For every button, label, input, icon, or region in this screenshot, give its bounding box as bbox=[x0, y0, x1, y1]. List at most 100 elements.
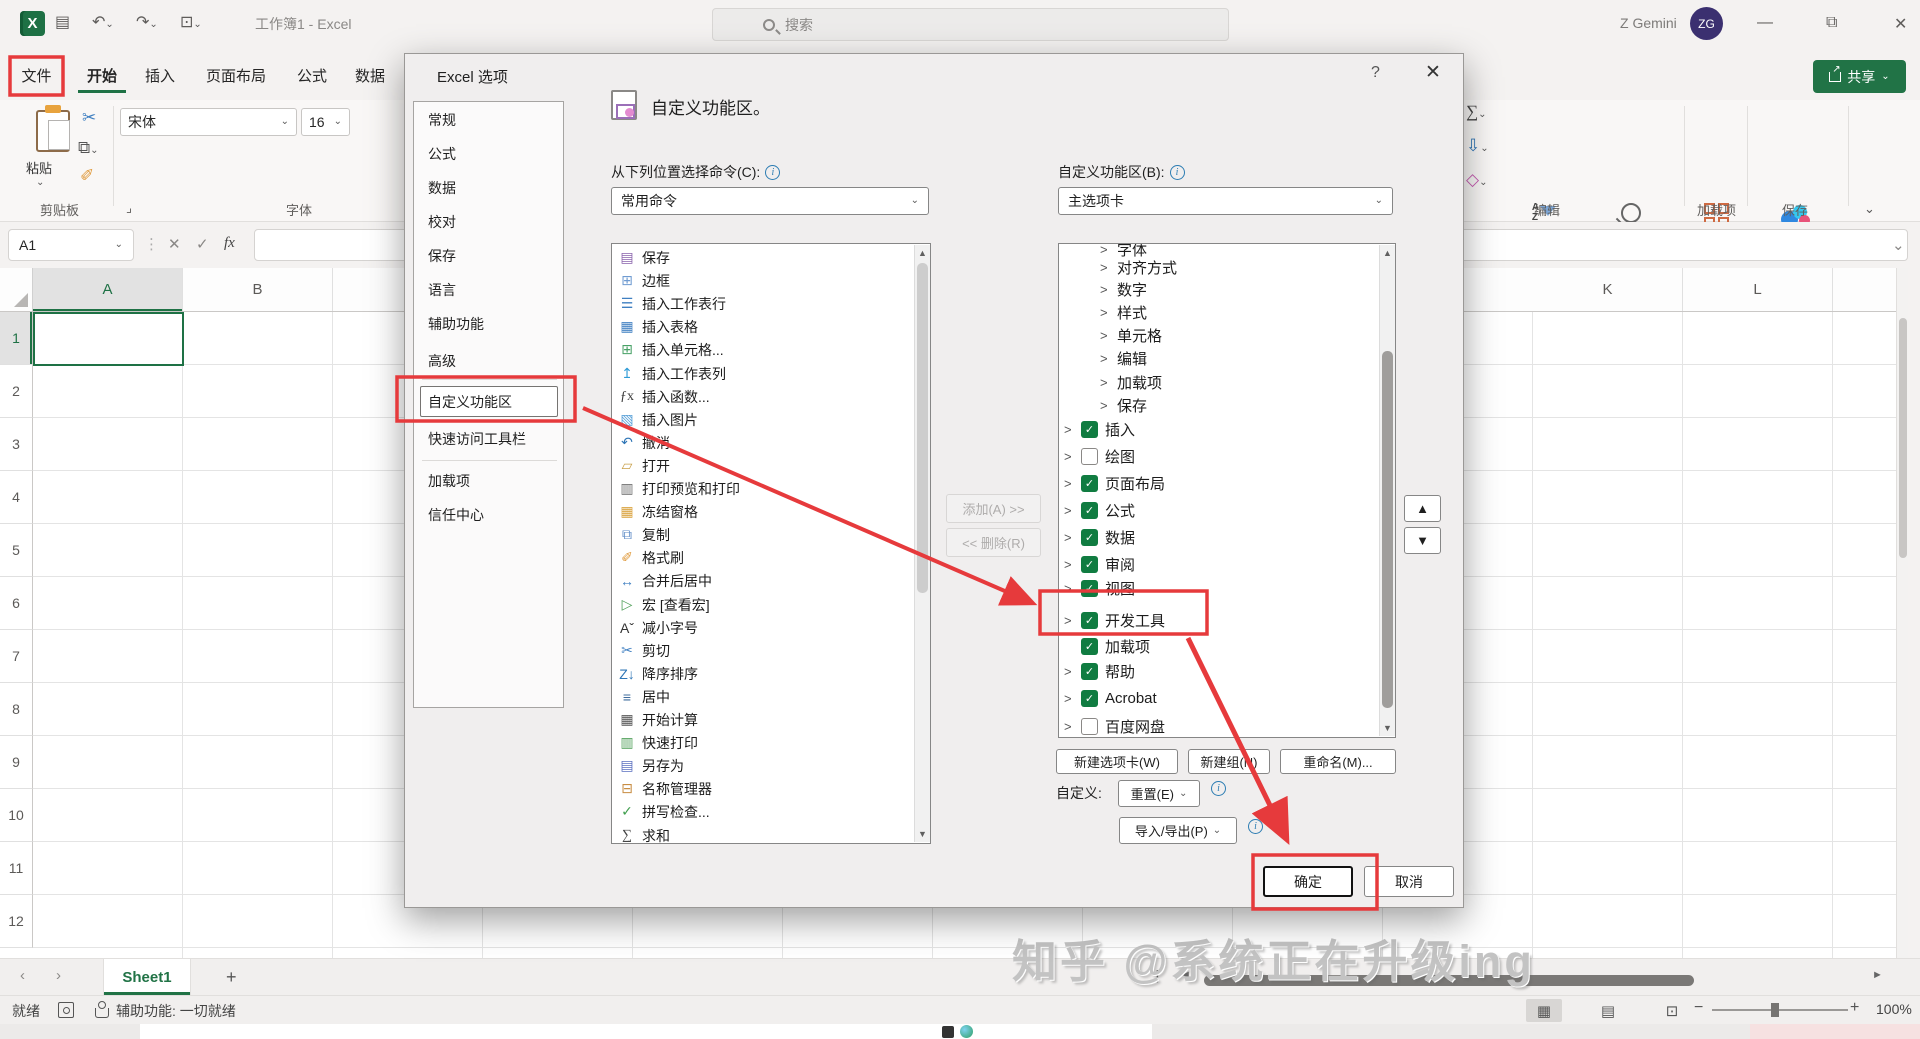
ribbon-tab-2[interactable]: 开始 bbox=[78, 58, 126, 93]
ribbon-tab-5[interactable]: 公式 bbox=[290, 58, 334, 93]
row-header-11[interactable]: 11 bbox=[0, 842, 33, 895]
redo-icon[interactable]: ↷⌄ bbox=[136, 13, 158, 33]
chevron-right-icon[interactable]: > bbox=[1064, 422, 1074, 437]
tab-group-item[interactable]: > 编辑 bbox=[1100, 346, 1147, 370]
fill-down-icon[interactable]: ⇩⌄ bbox=[1466, 136, 1489, 156]
sheet-tab-sheet1[interactable]: Sheet1 bbox=[103, 959, 191, 995]
ok-button[interactable]: 确定 bbox=[1263, 866, 1353, 897]
chevron-right-icon[interactable]: > bbox=[1064, 664, 1074, 679]
ribbon-tab-3[interactable]: 插入 bbox=[138, 58, 182, 93]
main-tab-item[interactable]: > 百度网盘 bbox=[1064, 714, 1165, 737]
command-item[interactable]: ⊟ 名称管理器 bbox=[613, 777, 1103, 800]
column-header-K[interactable]: K bbox=[1533, 268, 1683, 311]
main-tab-item[interactable]: ✓ 加载项 bbox=[1064, 634, 1150, 658]
reset-button[interactable]: 重置(E) ⌄ bbox=[1118, 780, 1200, 807]
dialog-help-icon[interactable]: ? bbox=[1371, 64, 1380, 82]
chevron-right-icon[interactable]: > bbox=[1064, 503, 1074, 518]
import-export-button[interactable]: 导入/导出(P) ⌄ bbox=[1119, 817, 1237, 844]
normal-view-icon[interactable]: ▦ bbox=[1526, 999, 1562, 1022]
checked-checkbox[interactable]: ✓ bbox=[1081, 579, 1098, 597]
scroll-right-icon[interactable]: ► bbox=[1872, 969, 1883, 981]
cancel-button[interactable]: 取消 bbox=[1364, 866, 1454, 897]
command-item[interactable]: ↶ 撤消 bbox=[613, 431, 1103, 454]
copy-icon[interactable]: ⧉⌄ bbox=[78, 138, 99, 158]
expand-formula-bar-icon[interactable]: ⌄ bbox=[1892, 238, 1905, 253]
tab-group-item[interactable]: > 数字 bbox=[1100, 277, 1147, 301]
command-item[interactable]: ✂ 剪切 bbox=[613, 639, 1103, 662]
account-name[interactable]: Z Gemini bbox=[1620, 15, 1677, 31]
dialog-close-icon[interactable]: ✕ bbox=[1425, 61, 1441, 84]
sidebar-item-9[interactable]: 自定义功能区 bbox=[428, 390, 512, 414]
checked-checkbox[interactable]: ✓ bbox=[1081, 637, 1098, 655]
new-tab-button[interactable]: 新建选项卡(W) bbox=[1056, 749, 1178, 774]
command-item[interactable]: ↥ 插入工作表列 bbox=[613, 362, 1103, 385]
zoom-out-icon[interactable]: − bbox=[1694, 999, 1703, 1017]
zoom-in-icon[interactable]: + bbox=[1850, 999, 1859, 1017]
ribbon-tab-1[interactable]: 文件 bbox=[10, 58, 63, 93]
command-item[interactable]: ▦ 插入表格 bbox=[613, 315, 1103, 338]
sidebar-item-11[interactable]: 加载项 bbox=[428, 469, 470, 493]
command-item[interactable]: ƒx 插入函数... bbox=[613, 385, 1103, 408]
checked-checkbox[interactable]: ✓ bbox=[1081, 474, 1098, 492]
command-item[interactable]: ▤ 保存 bbox=[613, 246, 1103, 269]
name-box[interactable]: A1 ⌄ bbox=[8, 229, 134, 261]
enter-entry-icon[interactable]: ✓ bbox=[196, 235, 209, 253]
autosum-icon[interactable]: ∑⌄ bbox=[1466, 102, 1487, 122]
main-tab-item[interactable]: > 绘图 bbox=[1064, 444, 1135, 468]
choose-commands-dropdown[interactable]: 常用命令 ⌄ bbox=[611, 187, 929, 215]
tab-group-item[interactable]: > 对齐方式 bbox=[1100, 255, 1177, 279]
save-icon[interactable]: ▤ bbox=[55, 13, 70, 33]
scroll-up-icon[interactable]: ▲ bbox=[1380, 248, 1395, 258]
tab-group-item[interactable]: > 样式 bbox=[1100, 300, 1147, 324]
clear-icon[interactable]: ◇⌄ bbox=[1466, 170, 1487, 190]
column-header-L[interactable]: L bbox=[1683, 268, 1833, 311]
tab-group-item[interactable]: > 保存 bbox=[1100, 393, 1147, 417]
cancel-entry-icon[interactable]: ✕ bbox=[168, 235, 181, 253]
tabs-scrollbar[interactable]: ▲ ▼ bbox=[1379, 245, 1395, 736]
sidebar-item-4[interactable]: 校对 bbox=[428, 210, 456, 234]
close-button[interactable]: ✕ bbox=[1894, 14, 1907, 34]
move-up-button[interactable]: ▲ bbox=[1404, 495, 1441, 522]
chevron-right-icon[interactable]: > bbox=[1100, 398, 1110, 413]
touch-mode-icon[interactable]: ⊡⌄ bbox=[180, 13, 202, 33]
command-item[interactable]: ⊞ 边框 bbox=[613, 269, 1103, 292]
undo-icon[interactable]: ↶⌄ bbox=[92, 13, 114, 33]
add-sheet-icon[interactable]: + bbox=[226, 967, 237, 988]
command-item[interactable]: ↔ 合并后居中 bbox=[613, 569, 1103, 592]
unchecked-checkbox[interactable] bbox=[1081, 447, 1098, 465]
scroll-down-icon[interactable]: ▼ bbox=[1380, 723, 1395, 733]
row-header-8[interactable]: 8 bbox=[0, 683, 33, 736]
chevron-right-icon[interactable]: > bbox=[1064, 449, 1074, 464]
command-item[interactable]: ≡ 居中 bbox=[613, 685, 1103, 708]
command-item[interactable]: ⊞ 插入单元格... bbox=[613, 338, 1103, 361]
chevron-right-icon[interactable]: > bbox=[1100, 351, 1110, 366]
sidebar-item-5[interactable]: 保存 bbox=[428, 244, 456, 268]
row-header-6[interactable]: 6 bbox=[0, 577, 33, 630]
zoom-slider-track[interactable] bbox=[1712, 1009, 1848, 1011]
sidebar-item-7[interactable]: 辅助功能 bbox=[428, 312, 484, 336]
checked-checkbox[interactable]: ✓ bbox=[1081, 501, 1098, 519]
tab-group-item[interactable]: > 单元格 bbox=[1100, 323, 1162, 347]
vertical-scrollbar-thumb[interactable] bbox=[1899, 318, 1907, 558]
move-down-button[interactable]: ▼ bbox=[1404, 527, 1441, 554]
main-tab-item[interactable]: > ✓ 页面布局 bbox=[1064, 471, 1165, 495]
zoom-level[interactable]: 100% bbox=[1876, 1001, 1912, 1017]
chevron-right-icon[interactable]: > bbox=[1064, 719, 1074, 734]
sidebar-item-8[interactable]: 高级 bbox=[428, 349, 456, 373]
search-input[interactable]: 搜索 bbox=[712, 8, 1229, 41]
column-header-A[interactable]: A bbox=[33, 268, 183, 311]
command-item[interactable]: ▥ 快速打印 bbox=[613, 731, 1103, 754]
vertical-scrollbar[interactable] bbox=[1896, 268, 1908, 958]
command-item[interactable]: ∑ 求和 bbox=[613, 824, 1103, 847]
checked-checkbox[interactable]: ✓ bbox=[1081, 662, 1098, 680]
ribbon-tab-6[interactable]: 数据 bbox=[348, 58, 392, 93]
commands-listbox[interactable]: ▲ ▼ ▤保存⊞边框›☰插入工作表行▦插入表格⊞插入单元格...↥插入工作表列ƒ… bbox=[611, 243, 1107, 844]
paste-button[interactable]: 粘贴 ⌄ bbox=[14, 104, 70, 190]
main-tab-item[interactable]: > ✓ 视图 bbox=[1064, 576, 1135, 600]
chevron-right-icon[interactable]: > bbox=[1100, 375, 1110, 390]
select-all-corner[interactable] bbox=[0, 268, 33, 311]
restore-button[interactable]: ⧉ bbox=[1826, 14, 1837, 32]
chevron-right-icon[interactable]: > bbox=[1064, 557, 1074, 572]
page-break-view-icon[interactable]: ⊡ bbox=[1654, 999, 1690, 1022]
rename-button[interactable]: 重命名(M)... bbox=[1280, 749, 1396, 774]
